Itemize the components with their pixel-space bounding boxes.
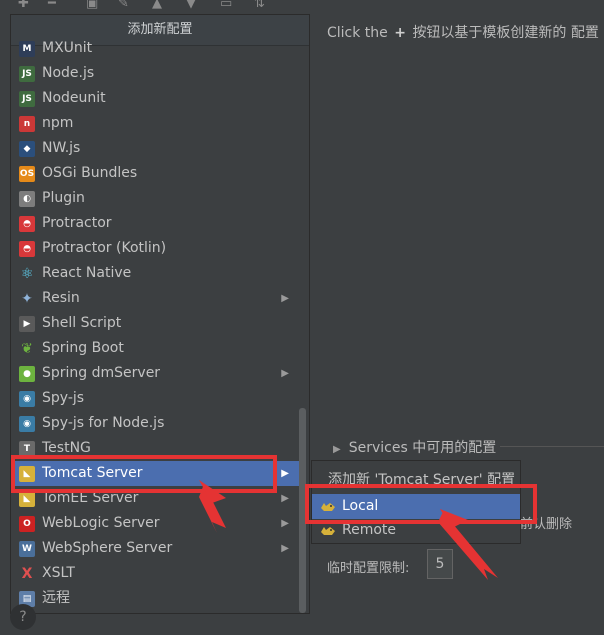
help-icon[interactable]: ? (10, 604, 36, 630)
annotation-arrow-1 (199, 480, 226, 533)
annotation-arrow-2 (438, 509, 498, 580)
annotation-arrows (199, 480, 498, 580)
